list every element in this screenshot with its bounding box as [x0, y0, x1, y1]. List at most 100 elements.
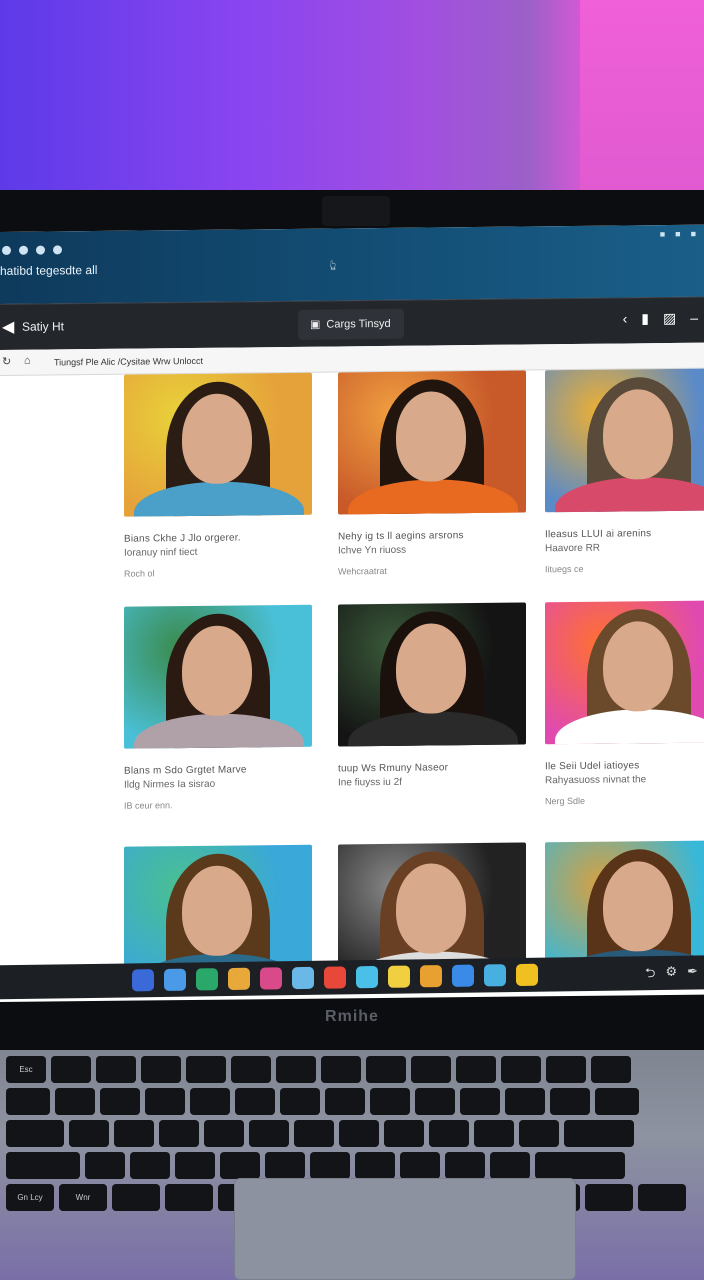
keyboard-key[interactable]	[505, 1088, 545, 1115]
dock-app-icon[interactable]	[388, 965, 410, 988]
minimize-icon[interactable]: –	[690, 310, 698, 327]
keyboard-key[interactable]	[165, 1184, 213, 1211]
keyboard-key[interactable]	[51, 1056, 91, 1083]
image-card[interactable]: Bians Ckhe J Jlo orgerer. Ioranuy ninf ti…	[124, 372, 314, 579]
keyboard-key[interactable]: Gn Lcy	[6, 1184, 54, 1211]
keyboard-key[interactable]	[141, 1056, 181, 1083]
dock-app-icon[interactable]	[324, 966, 346, 989]
keyboard-key[interactable]	[249, 1120, 289, 1147]
card-thumbnail[interactable]	[545, 368, 704, 513]
back-arrow-icon[interactable]: ◀	[2, 317, 14, 337]
dock-app-icon[interactable]	[516, 963, 538, 987]
keyboard-key[interactable]	[276, 1056, 316, 1083]
keyboard-key[interactable]	[265, 1152, 305, 1179]
dock-app-icon[interactable]	[356, 965, 378, 989]
dock-app-icon[interactable]	[292, 966, 314, 990]
bookmark-text[interactable]: Tiungsf Ple Alic /Cysitae Wrw Unlocct	[54, 356, 203, 368]
keyboard-key[interactable]	[400, 1152, 440, 1179]
image-card[interactable]: tuup Ws Rmuny Naseor Ine fiuyss iu 2f	[338, 602, 528, 790]
image-card[interactable]: Nehy ig ts ll aegins arsrons Ichve Yn riu…	[338, 370, 528, 576]
keyboard-key[interactable]	[564, 1120, 634, 1147]
keyboard-key[interactable]	[145, 1088, 185, 1115]
trackpad[interactable]	[234, 1178, 576, 1280]
keyboard-key[interactable]	[159, 1120, 199, 1147]
keyboard-key[interactable]	[638, 1184, 686, 1211]
keyboard-key[interactable]	[6, 1152, 80, 1179]
keyboard-key[interactable]	[550, 1088, 590, 1115]
keyboard-key[interactable]	[370, 1088, 410, 1115]
tray-arrow-icon[interactable]: ⮌	[645, 964, 655, 986]
dock-app-icon[interactable]	[484, 964, 506, 987]
keyboard-key[interactable]	[100, 1088, 140, 1115]
keyboard-key[interactable]	[175, 1152, 215, 1179]
close-dot[interactable]	[2, 245, 11, 255]
keyboard-key[interactable]	[429, 1120, 469, 1147]
dock-app-icon[interactable]	[452, 964, 474, 987]
keyboard-key[interactable]	[384, 1120, 424, 1147]
keyboard-key[interactable]	[445, 1152, 485, 1179]
card-thumbnail[interactable]	[545, 600, 704, 745]
keyboard-key[interactable]	[190, 1088, 230, 1115]
keyboard-key[interactable]	[535, 1152, 625, 1179]
dock-app-icon[interactable]	[420, 965, 442, 988]
keyboard-key[interactable]	[519, 1120, 559, 1147]
keyboard-key[interactable]	[235, 1088, 275, 1115]
keyboard-key[interactable]	[85, 1152, 125, 1179]
keyboard-key[interactable]	[411, 1056, 451, 1083]
keyboard-key[interactable]	[501, 1056, 541, 1083]
card-thumbnail[interactable]	[124, 604, 312, 749]
keyboard-key[interactable]	[96, 1056, 136, 1083]
dock-app-icon[interactable]	[196, 968, 218, 991]
keyboard-key[interactable]: Wnr	[59, 1184, 107, 1211]
keyboard-key[interactable]	[6, 1088, 50, 1115]
tray-pen-icon[interactable]: ✒	[687, 963, 698, 985]
keyboard-key[interactable]	[415, 1088, 455, 1115]
minimize-dot[interactable]	[19, 245, 28, 255]
keyboard-key[interactable]	[366, 1056, 406, 1083]
keyboard-key[interactable]: Esc	[6, 1056, 46, 1083]
keyboard-key[interactable]	[310, 1152, 350, 1179]
keyboard-key[interactable]	[321, 1056, 361, 1083]
tab-left-title[interactable]: Satiy Ht	[22, 319, 64, 333]
extension-icon[interactable]: ▨	[663, 310, 676, 327]
keyboard-key[interactable]	[585, 1184, 633, 1211]
keyboard-key[interactable]	[294, 1120, 334, 1147]
tray-settings-icon[interactable]: ⚙	[665, 964, 677, 986]
keyboard-key[interactable]	[231, 1056, 271, 1083]
keyboard-key[interactable]	[325, 1088, 365, 1115]
keyboard-key[interactable]	[546, 1056, 586, 1083]
keyboard-key[interactable]	[355, 1152, 395, 1179]
extra-dot[interactable]	[53, 245, 62, 255]
keyboard-key[interactable]	[490, 1152, 530, 1179]
keyboard-key[interactable]	[6, 1120, 64, 1147]
image-card[interactable]: Blans m Sdo Grgtet Marve Ildg Nirmes Ia s…	[124, 604, 314, 811]
keyboard-key[interactable]	[474, 1120, 514, 1147]
image-card[interactable]: Ile Seii Udel iatioyes Rahyasuoss nivnat …	[545, 600, 704, 806]
keyboard-key[interactable]	[595, 1088, 639, 1115]
dock-app-icon[interactable]	[164, 968, 186, 991]
dock-app-icon[interactable]	[228, 967, 250, 991]
card-thumbnail[interactable]	[338, 370, 526, 515]
keyboard-key[interactable]	[220, 1152, 260, 1179]
keyboard-key[interactable]	[339, 1120, 379, 1147]
keyboard-key[interactable]	[456, 1056, 496, 1083]
keyboard-key[interactable]	[460, 1088, 500, 1115]
keyboard-key[interactable]	[114, 1120, 154, 1147]
keyboard-key[interactable]	[130, 1152, 170, 1179]
dock-app-icon[interactable]	[260, 967, 282, 990]
keyboard-key[interactable]	[112, 1184, 160, 1211]
tab-active[interactable]: ▣ Cargs Tinsyd	[298, 308, 404, 340]
maximize-dot[interactable]	[36, 245, 45, 255]
keyboard-key[interactable]	[55, 1088, 95, 1115]
keyboard-key[interactable]	[204, 1120, 244, 1147]
refresh-icon[interactable]: ↻	[2, 355, 11, 368]
card-thumbnail[interactable]	[124, 372, 312, 517]
keyboard-key[interactable]	[69, 1120, 109, 1147]
image-card[interactable]: Ileasus LLUI ai arenins Haavore RR Iituegs…	[545, 368, 704, 574]
window-controls[interactable]	[2, 245, 62, 255]
bookmark-icon[interactable]: ▮	[641, 310, 649, 327]
keyboard-key[interactable]	[591, 1056, 631, 1083]
home-icon[interactable]: ⌂	[24, 355, 31, 367]
dock-app-icon[interactable]	[132, 969, 154, 992]
keyboard-key[interactable]	[186, 1056, 226, 1083]
